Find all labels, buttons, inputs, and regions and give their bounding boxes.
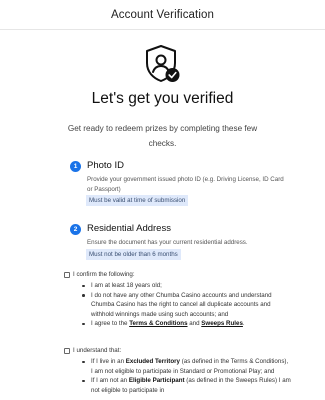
list-item: I am at least 18 years old; bbox=[82, 281, 291, 291]
understand-checkbox[interactable] bbox=[64, 348, 70, 354]
eligible-participant-term: Eligible Participant bbox=[128, 377, 185, 385]
top-bar: Account Verification bbox=[0, 0, 325, 30]
step-description: Ensure the document has your current res… bbox=[87, 239, 248, 246]
step-number-badge: 2 bbox=[70, 224, 81, 235]
shield-user-check-icon bbox=[146, 45, 180, 82]
step-requirement-badge: Must not be older than 6 months bbox=[86, 249, 181, 260]
step-photo-id: 1 Photo ID Provide your government issue… bbox=[70, 160, 295, 210]
page-title: Account Verification bbox=[110, 8, 214, 21]
confirm-checkbox-label: I confirm the following: bbox=[73, 271, 135, 278]
step-description: Provide your government issued photo ID … bbox=[87, 176, 284, 193]
step-title: Residential Address bbox=[87, 223, 171, 234]
confirm-checkbox[interactable] bbox=[64, 272, 70, 278]
step-number-badge: 1 bbox=[70, 161, 81, 172]
terms-link[interactable]: Terms & Conditions bbox=[129, 320, 187, 327]
sweeps-rules-link[interactable]: Sweeps Rules bbox=[201, 320, 243, 327]
step-requirement-badge: Must be valid at time of submission bbox=[86, 195, 189, 206]
list-item: If I live in an Excluded Territory (as d… bbox=[82, 357, 291, 376]
confirm-checkbox-group: I confirm the following: I am at least 1… bbox=[64, 271, 296, 341]
verification-subtitle: Get ready to redeem prizes by completing… bbox=[67, 124, 258, 148]
understand-checkbox-group: I understand that: If I live in an Exclu… bbox=[64, 347, 296, 400]
step-title: Photo ID bbox=[87, 160, 124, 171]
step-residential-address: 2 Residential Address Ensure the documen… bbox=[70, 223, 295, 263]
list-item: If I am not an Eligible Participant (as … bbox=[82, 377, 291, 394]
understand-checkbox-label: I understand that: bbox=[73, 347, 122, 354]
list-item: I do not have any other Chumba Casino ac… bbox=[82, 291, 291, 320]
list-item: I agree to the Terms & Conditions and Sw… bbox=[82, 319, 291, 329]
understand-list: If I live in an Excluded Territory (as d… bbox=[82, 357, 291, 395]
verification-heading: Let's get you verified bbox=[91, 90, 234, 107]
excluded-territory-term: Excluded Territory bbox=[125, 358, 180, 365]
confirm-list: I am at least 18 years old; I do not hav… bbox=[82, 281, 291, 329]
